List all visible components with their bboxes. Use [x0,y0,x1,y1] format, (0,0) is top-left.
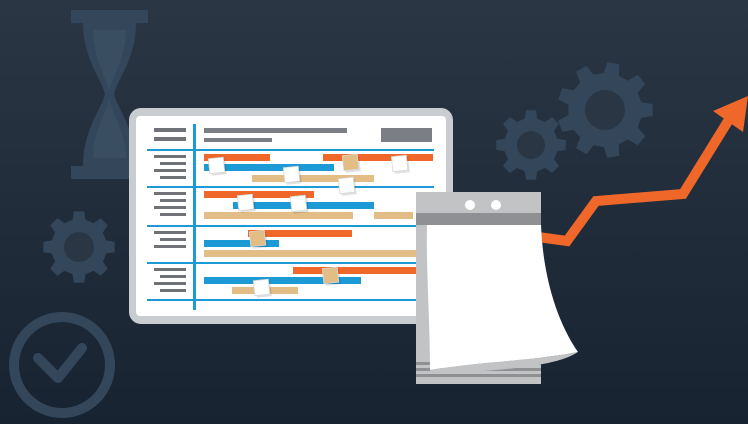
gridline [147,299,434,301]
row-label-line [154,268,186,271]
gantt-board [129,108,453,324]
row-label-line [154,282,186,285]
row-label-line [154,206,186,209]
gear-icon [496,110,566,180]
sticky-note [321,266,341,286]
scene [0,0,748,424]
row-label-line [160,275,186,278]
sticky-note [337,176,357,196]
row-label-line [154,245,186,248]
sticky-note [390,154,410,174]
gridline [147,262,434,264]
calendar-ring [465,200,475,210]
sticky-note [282,165,302,185]
row-label-line [154,155,186,158]
sticky-note [289,194,309,214]
calendar-page-edge [416,374,541,377]
gridline [147,149,434,151]
row-label-line [160,176,186,179]
gantt-bar [293,267,416,274]
illustration [0,0,748,424]
gridline [147,225,434,227]
gantt-bar [204,250,416,257]
sticky-note [248,229,268,249]
row-label-line [160,289,186,292]
gantt-bar [204,212,353,219]
row-label-line [154,192,186,195]
board-divider [193,124,196,310]
row-label-line [160,213,186,216]
gear-icon [43,211,115,283]
row-label-line [160,238,186,241]
row-label-line [154,231,186,234]
calendar-binding [416,213,541,225]
gantt-bar [374,212,413,219]
calendar-ring [491,200,501,210]
sticky-note [207,156,227,176]
gantt-bar [204,240,279,247]
row-label-line [160,162,186,165]
row-label-line [154,169,186,172]
sticky-note [341,153,361,173]
sticky-note [252,278,272,298]
gridline [147,186,434,188]
gantt-bar [323,154,433,161]
sticky-note [236,193,256,213]
row-label-line [160,199,186,202]
gantt-bar [252,175,374,182]
